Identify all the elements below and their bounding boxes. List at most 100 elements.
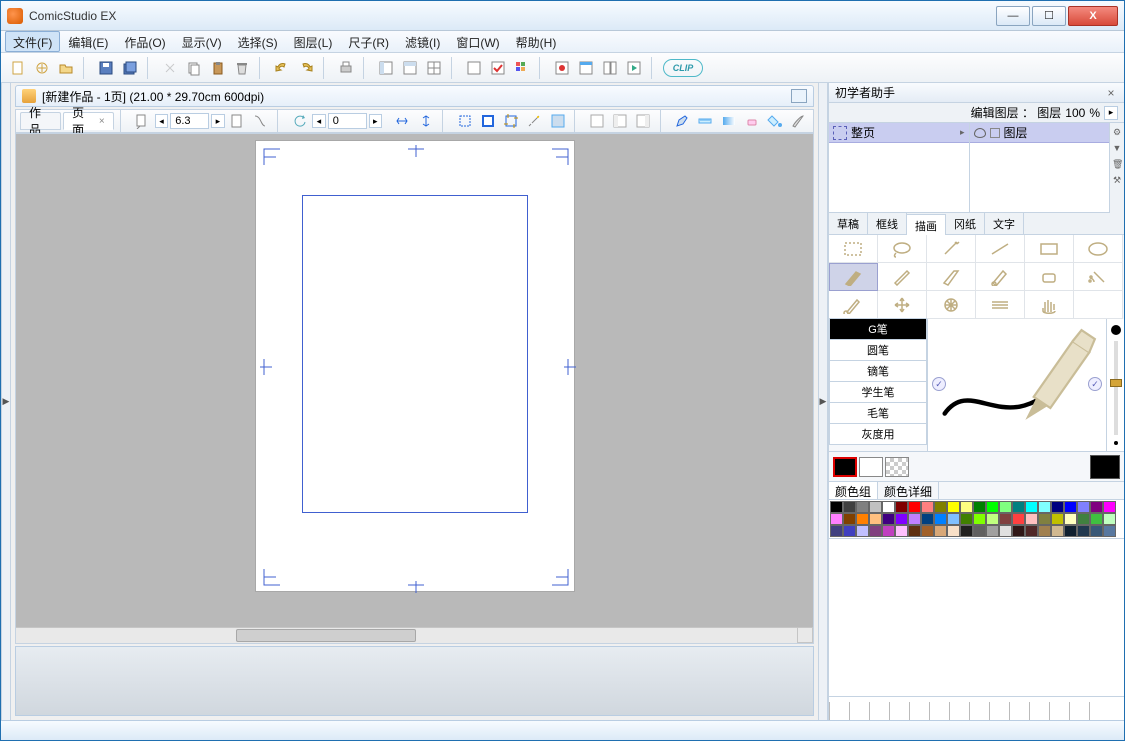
flip-v-button[interactable]: [415, 110, 436, 132]
side-gear-icon[interactable]: ⚙: [1112, 127, 1122, 137]
palette-swatch[interactable]: [843, 525, 856, 537]
side-config-icon[interactable]: ⚒: [1112, 175, 1122, 185]
palette-swatch[interactable]: [908, 513, 921, 525]
minimize-button[interactable]: —: [996, 6, 1030, 26]
tool-lasso[interactable]: [878, 235, 927, 263]
brush-button[interactable]: [788, 110, 809, 132]
zoom-field[interactable]: 6.3: [170, 113, 209, 129]
tool-pencil[interactable]: [878, 263, 927, 291]
clip-logo[interactable]: CLIP: [663, 59, 703, 77]
tool-eyedropper[interactable]: [829, 291, 878, 319]
palette-swatch[interactable]: [1077, 525, 1090, 537]
ruler-button[interactable]: [695, 110, 716, 132]
brush-check-left[interactable]: ✓: [932, 377, 946, 391]
palette-swatch[interactable]: [960, 501, 973, 513]
close-button[interactable]: X: [1068, 6, 1118, 26]
palette-swatch[interactable]: [895, 501, 908, 513]
palette-swatch[interactable]: [986, 525, 999, 537]
tool-rect-select[interactable]: [829, 235, 878, 263]
palette-swatch[interactable]: [973, 501, 986, 513]
palette-swatch[interactable]: [1103, 501, 1116, 513]
tool-hand[interactable]: [1025, 291, 1074, 319]
palette-swatch[interactable]: [999, 501, 1012, 513]
palette-swatch[interactable]: [1103, 513, 1116, 525]
menu-view[interactable]: 显示(V): [174, 31, 230, 52]
palette-swatch[interactable]: [830, 501, 843, 513]
palette-swatch[interactable]: [882, 501, 895, 513]
tool-blur[interactable]: [927, 291, 976, 319]
palette-swatch[interactable]: [1012, 525, 1025, 537]
palette-swatch[interactable]: [934, 513, 947, 525]
eye-icon[interactable]: [974, 128, 986, 138]
palette-swatch[interactable]: [947, 513, 960, 525]
tab-page[interactable]: 页面×: [63, 112, 114, 130]
wand-button[interactable]: [524, 110, 545, 132]
tab-close-icon[interactable]: ×: [99, 116, 105, 127]
fill-button[interactable]: [765, 110, 786, 132]
view-mode2-button[interactable]: [609, 110, 630, 132]
palette-swatch[interactable]: [895, 525, 908, 537]
nav-button[interactable]: [463, 57, 485, 79]
horizontal-scrollbar[interactable]: [16, 627, 797, 643]
whole-page-item[interactable]: 整页 ▸: [829, 123, 969, 143]
foreground-swatch[interactable]: [833, 457, 857, 477]
slider-thumb[interactable]: [1110, 379, 1122, 387]
pen-button[interactable]: [672, 110, 693, 132]
tool-marker[interactable]: [927, 263, 976, 291]
rotate-button[interactable]: [289, 110, 310, 132]
tab-text[interactable]: 文字: [985, 213, 1024, 234]
canvas-viewport[interactable]: [15, 133, 814, 644]
actual-size-button[interactable]: [250, 110, 271, 132]
delete-button[interactable]: [231, 57, 253, 79]
menu-layer[interactable]: 图层(L): [286, 31, 341, 52]
palette-swatch[interactable]: [999, 513, 1012, 525]
opacity-arrow[interactable]: ▸: [1104, 106, 1118, 120]
check-button[interactable]: [487, 57, 509, 79]
view-mode3-button[interactable]: [633, 110, 654, 132]
tile-button[interactable]: [599, 57, 621, 79]
tool-move[interactable]: [878, 291, 927, 319]
palette-swatch[interactable]: [1025, 525, 1038, 537]
tab-color-detail[interactable]: 颜色详细: [878, 482, 939, 499]
palette-swatch[interactable]: [908, 525, 921, 537]
transparent-swatch[interactable]: [885, 457, 909, 477]
palette-swatch[interactable]: [1012, 513, 1025, 525]
record-button[interactable]: [551, 57, 573, 79]
palette-swatch[interactable]: [1090, 525, 1103, 537]
tab-frame[interactable]: 框线: [868, 213, 907, 234]
palette-swatch[interactable]: [830, 525, 843, 537]
palette-swatch[interactable]: [1038, 513, 1051, 525]
tab-tone[interactable]: 冈纸: [946, 213, 985, 234]
crop-button[interactable]: [501, 110, 522, 132]
palette-swatch[interactable]: [947, 525, 960, 537]
tab-work[interactable]: 作品: [20, 112, 61, 130]
palette-swatch[interactable]: [869, 525, 882, 537]
palette-swatch[interactable]: [921, 501, 934, 513]
palette-swatch[interactable]: [1051, 525, 1064, 537]
tab-draft[interactable]: 草稿: [829, 213, 868, 234]
palette-swatch[interactable]: [869, 513, 882, 525]
palette-swatch[interactable]: [1051, 501, 1064, 513]
palette-swatch[interactable]: [934, 525, 947, 537]
palette-swatch[interactable]: [973, 513, 986, 525]
palette-swatch[interactable]: [973, 525, 986, 537]
brush-turnip[interactable]: 镝笔: [829, 360, 927, 382]
palette-swatch[interactable]: [999, 525, 1012, 537]
eraser-button[interactable]: [741, 110, 762, 132]
menu-work[interactable]: 作品(O): [116, 31, 173, 52]
palette-swatch[interactable]: [1025, 501, 1038, 513]
palette-swatch[interactable]: [921, 525, 934, 537]
palette-swatch[interactable]: [882, 513, 895, 525]
palette-swatch[interactable]: [1077, 513, 1090, 525]
doc-maximize-button[interactable]: [791, 89, 807, 103]
palette-swatch[interactable]: [1051, 513, 1064, 525]
angle-arrow-r[interactable]: ▸: [369, 114, 383, 128]
select-all-button[interactable]: [477, 110, 498, 132]
palette-swatch[interactable]: [960, 513, 973, 525]
tool-brush[interactable]: [976, 263, 1025, 291]
tab-color-set[interactable]: 颜色组: [829, 482, 878, 499]
palette-swatch[interactable]: [986, 501, 999, 513]
save-all-button[interactable]: [119, 57, 141, 79]
fit-button[interactable]: [227, 110, 248, 132]
side-down-icon[interactable]: ▼: [1112, 143, 1122, 153]
